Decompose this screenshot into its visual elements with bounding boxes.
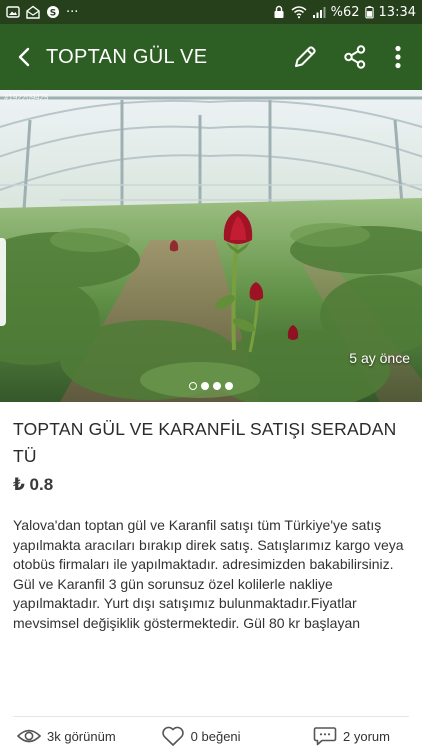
gallery-dot-2[interactable] (201, 382, 209, 390)
skype-icon: S (47, 6, 59, 19)
share-icon (344, 45, 366, 69)
photo-id: #192209425 (4, 93, 49, 102)
app-bar-actions (280, 24, 416, 90)
listing-price: ₺ 0.8 (13, 475, 54, 494)
gallery-dot-3[interactable] (213, 382, 221, 390)
gallery-dot-1[interactable] (189, 382, 197, 390)
comments-count: 2 yorum (343, 728, 390, 744)
more-options-button[interactable] (380, 24, 416, 90)
wifi-icon (291, 6, 307, 19)
likes-count: 0 beğeni (190, 728, 241, 744)
status-bar: S ··· %62 13:34 (0, 0, 422, 24)
more-vertical-icon (395, 45, 401, 69)
stats-bar: 3k görünüm 0 beğeni 2 yorum (0, 722, 422, 750)
listing-photo[interactable]: #192209425 5 ay önce (0, 90, 422, 402)
arrow-left-icon (18, 47, 30, 67)
pencil-icon (295, 46, 316, 67)
gallery-dot-4[interactable] (225, 382, 233, 390)
listing-description: Yalova'dan toptan gül ve Karanfil satışı… (13, 517, 404, 631)
status-system: %62 13:34 (272, 5, 416, 20)
status-notifications: S ··· (6, 5, 78, 20)
signal-icon (312, 7, 326, 18)
gallery-pagination (0, 382, 422, 390)
clock: 13:34 (378, 4, 416, 20)
mail-notification-icon (26, 5, 40, 19)
battery-percent: %62 (330, 4, 360, 20)
status-overflow: ··· (66, 4, 79, 20)
back-button[interactable] (2, 24, 46, 90)
battery-icon (364, 6, 374, 19)
divider (13, 716, 409, 717)
edit-button[interactable] (280, 24, 330, 90)
views-count: 3k görünüm (47, 728, 116, 744)
edge-scroll-handle[interactable] (0, 238, 6, 326)
image-notification-icon (6, 6, 20, 18)
posted-time: 5 ay önce (349, 350, 410, 366)
comment-icon (313, 727, 337, 746)
lock-icon (274, 5, 284, 18)
heart-icon (161, 726, 184, 746)
like-button[interactable]: 0 beğeni (161, 726, 241, 746)
svg-text:S: S (50, 9, 56, 19)
comments-button[interactable]: 2 yorum (313, 726, 390, 746)
page-title: TOPTAN GÜL VE (46, 45, 208, 68)
eye-icon (17, 729, 41, 743)
views-stat: 3k görünüm (17, 728, 116, 744)
listing-title: TOPTAN GÜL VE KARANFİL SATIŞI SERADAN TÜ (13, 419, 397, 466)
app-bar: TOPTAN GÜL VE (0, 24, 422, 90)
share-button[interactable] (330, 24, 380, 90)
